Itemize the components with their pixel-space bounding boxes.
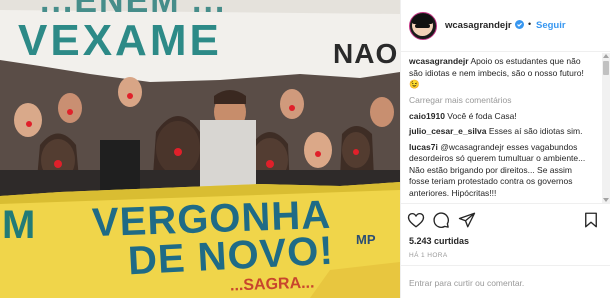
- post-actions-bar: [401, 203, 610, 235]
- comment-item: julio_cesar_e_silva Esses aí são idiotas…: [409, 126, 593, 138]
- comment-text: Você é foda Casa!: [447, 110, 517, 121]
- scroll-down-arrow-icon[interactable]: [603, 198, 609, 202]
- bottom-banner-left-fragment: M: [2, 203, 36, 247]
- post-timestamp[interactable]: HÁ 1 HORA: [409, 252, 448, 259]
- avatar[interactable]: [409, 12, 437, 40]
- comments-scrollbar[interactable]: [602, 53, 610, 203]
- comment-item: caio1910 Você é foda Casa!: [409, 111, 593, 123]
- header-separator: •: [528, 19, 532, 29]
- post-photo[interactable]: ...ENEM ... VEXAME NAO M VERGONHA DE NOV…: [0, 0, 400, 298]
- load-more-comments-link[interactable]: Carregar mais comentários: [409, 95, 593, 105]
- likes-count[interactable]: 5.243 curtidas: [409, 236, 469, 246]
- top-banner-right-word: NAO: [333, 38, 399, 69]
- scroll-up-arrow-icon[interactable]: [603, 54, 609, 58]
- add-comment-section: [401, 265, 610, 298]
- comments-list[interactable]: wcasagrandejr Apoio os estudantes que nã…: [401, 53, 601, 203]
- avatar-glasses: [415, 24, 430, 28]
- comment-username-link[interactable]: caio1910: [409, 111, 445, 121]
- verified-badge-icon: [515, 20, 524, 29]
- post-header: wcasagrandejr • Seguir: [401, 0, 610, 52]
- bottom-banner-bottom-fragment: ...SAGRA...: [229, 274, 315, 295]
- comment-username-link[interactable]: lucas7i: [409, 142, 438, 152]
- header-username-link[interactable]: wcasagrandejr: [445, 20, 512, 31]
- avatar-hair: [412, 14, 433, 24]
- follow-button[interactable]: Seguir: [536, 20, 566, 31]
- comment-username-link[interactable]: julio_cesar_e_silva: [409, 126, 487, 136]
- comment-item: lucas7i @wcasagrandejr esses vagabundos …: [409, 142, 593, 200]
- caption-username-link[interactable]: wcasagrandejr: [409, 56, 469, 66]
- comment-text: Esses aí são idiotas sim.: [488, 126, 583, 136]
- comment-bubble-icon[interactable]: [432, 211, 450, 229]
- paper-plane-icon[interactable]: [458, 211, 476, 229]
- bookmark-icon[interactable]: [582, 211, 600, 229]
- top-banner-main-word: VEXAME: [18, 16, 222, 65]
- bottom-banner-right-fragment: MP: [356, 232, 376, 247]
- comment-input[interactable]: [409, 276, 599, 290]
- scrollbar-thumb[interactable]: [603, 61, 609, 75]
- heart-icon[interactable]: [407, 211, 425, 229]
- post-caption: wcasagrandejr Apoio os estudantes que nã…: [409, 56, 593, 91]
- post-side-panel: wcasagrandejr • Seguir wcasagrandejr Apo…: [400, 0, 610, 298]
